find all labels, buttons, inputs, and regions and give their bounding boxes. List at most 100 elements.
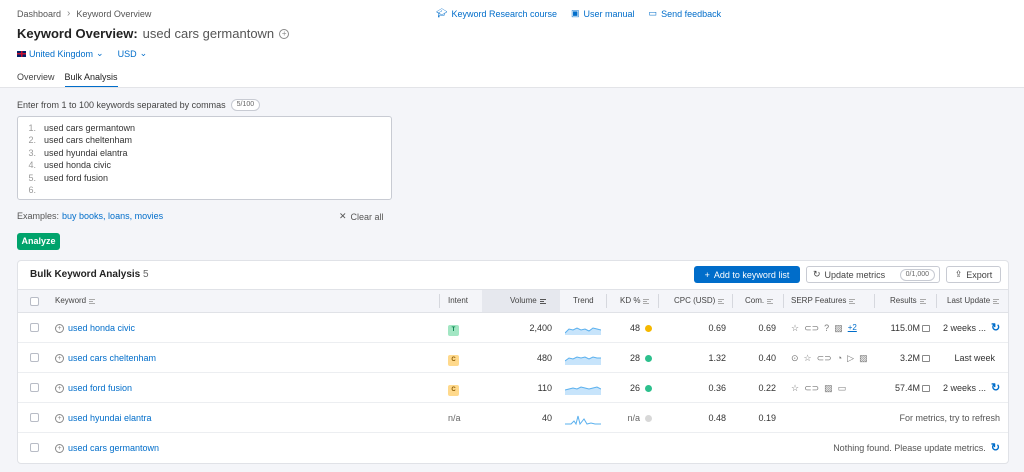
kd-dot [645, 325, 652, 333]
col-volume[interactable]: Volume [482, 290, 560, 312]
add-circle-icon[interactable]: + [279, 28, 290, 39]
trend-cell [564, 313, 602, 343]
kd-cell: n/a [620, 403, 652, 433]
kd-value: n/a [627, 413, 640, 423]
analyze-button[interactable]: Analyze [17, 233, 60, 250]
update-metrics-button[interactable]: ↻ Update metrics 0/1,000 [806, 266, 940, 283]
last-update-cell: Last week [943, 343, 995, 373]
col-intent[interactable]: Intent [448, 290, 468, 312]
keyword-link[interactable]: + used cars cheltenham [55, 343, 156, 373]
cpc-cell: 1.32 [708, 353, 726, 363]
trend-sparkline [564, 356, 601, 365]
examples-link[interactable]: buy books, loans, movies [62, 211, 163, 221]
last-update-value: 2 weeks ... [943, 323, 987, 333]
col-intent-label: Intent [448, 296, 469, 305]
close-icon: ✕ [339, 211, 347, 221]
trend-cell [564, 373, 602, 403]
keyword-text: used honda civic [68, 323, 136, 333]
keyword-count-badge: 5/100 [230, 99, 261, 111]
course-link[interactable]: 🎓︎ Keyword Research course [436, 8, 557, 19]
add-button-label: Add to keyword list [713, 269, 790, 280]
sort-icon [539, 298, 546, 304]
add-circle-icon[interactable]: + [55, 323, 64, 333]
breadcrumb-current: Keyword Overview [76, 8, 152, 19]
trend-sparkline [564, 386, 602, 395]
results-value: 115.0M [890, 323, 920, 333]
add-to-keyword-list-button[interactable]: + Add to keyword list [694, 266, 800, 283]
input-prompt-label: Enter from 1 to 100 keywords separated b… [17, 100, 226, 110]
add-circle-icon[interactable]: + [55, 353, 64, 363]
question-icon: ? [824, 323, 830, 333]
star-icon: ☆ [803, 353, 812, 363]
column-divider [936, 294, 937, 308]
row-checkbox[interactable] [30, 443, 39, 452]
serp-snapshot-icon[interactable] [922, 355, 930, 363]
keyword-link[interactable]: + used ford fusion [55, 373, 132, 403]
refresh-hint: For metrics, try to refresh [899, 413, 1000, 423]
col-results[interactable]: Results [890, 290, 926, 312]
tab-bulk-analysis[interactable]: Bulk Analysis [64, 72, 118, 88]
keyword-link[interactable]: + used hyundai elantra [55, 403, 152, 433]
col-kd[interactable]: KD % [620, 290, 650, 312]
com-cell: 0.19 [758, 413, 776, 423]
refresh-icon[interactable]: ↻ [991, 433, 1000, 463]
serp-more-link[interactable]: +2 [848, 313, 857, 343]
keyword-line: 1. used cars germantown [26, 122, 383, 134]
intent-cell: C [448, 343, 459, 373]
export-button[interactable]: ⇪ Export [946, 266, 1001, 283]
refresh-icon[interactable]: ↻ [991, 382, 1000, 394]
kd-dot [645, 415, 652, 423]
sort-icon [767, 298, 774, 304]
clear-all-button[interactable]: ✕ Clear all [339, 211, 384, 222]
serp-snapshot-icon[interactable] [922, 385, 930, 393]
select-all-checkbox[interactable] [30, 297, 39, 306]
no-data-message: Nothing found. Please update metrics. ↻ [833, 433, 1000, 463]
col-cpc[interactable]: CPC (USD) [674, 290, 725, 312]
breadcrumb: Dashboard › Keyword Overview [17, 8, 151, 19]
sort-icon [89, 298, 96, 304]
volume-cell: 40 [541, 413, 552, 423]
row-checkbox[interactable] [30, 413, 39, 422]
col-keyword[interactable]: Keyword [55, 290, 96, 312]
country-select[interactable]: United Kingdom ⌄ [17, 48, 104, 59]
add-circle-icon[interactable]: + [55, 443, 64, 453]
keyword-link[interactable]: + used cars germantown [55, 433, 159, 463]
col-com[interactable]: Com. [745, 290, 774, 312]
col-trend[interactable]: Trend [573, 290, 594, 312]
col-trend-label: Trend [573, 296, 594, 305]
serp-snapshot-icon[interactable] [922, 325, 930, 333]
column-divider [732, 294, 733, 308]
col-serp-features[interactable]: SERP Features [791, 290, 856, 312]
page-title: Keyword Overview: used cars germantown + [17, 26, 290, 41]
cpc-cell: 0.48 [708, 413, 726, 423]
tab-overview[interactable]: Overview [17, 72, 55, 88]
currency-select[interactable]: USD ⌄ [118, 48, 148, 59]
manual-link[interactable]: ▣ User manual [571, 8, 635, 19]
link-icon: ⊂⊃ [804, 383, 820, 393]
uk-flag-icon [17, 50, 26, 57]
star-icon: ☆ [791, 323, 800, 333]
row-checkbox[interactable] [30, 323, 39, 332]
table-row: + used cars germantown Nothing found. Ple… [18, 433, 1008, 463]
keyword-link[interactable]: + used honda civic [55, 313, 135, 343]
line-text: used hyundai elantra [44, 147, 128, 158]
row-checkbox[interactable] [30, 353, 39, 362]
kd-cell: 26 [620, 373, 652, 403]
refresh-icon[interactable]: ↻ [991, 322, 1000, 334]
add-circle-icon[interactable]: + [55, 413, 64, 423]
feedback-link[interactable]: ▭ Send feedback [649, 8, 722, 19]
add-circle-icon[interactable]: + [55, 383, 64, 393]
image-icon: ▨ [859, 353, 868, 363]
row-checkbox[interactable] [30, 383, 39, 392]
course-link-label: Keyword Research course [451, 8, 557, 19]
page-title-label: Keyword Overview: [17, 26, 138, 41]
chevron-down-icon: ⌄ [139, 48, 148, 58]
sort-icon [643, 298, 650, 304]
clear-all-label: Clear all [350, 211, 384, 222]
page-title-keyword: used cars germantown [142, 26, 275, 41]
col-last-update[interactable]: Last Update [947, 290, 1000, 312]
col-cpc-label: CPC (USD) [674, 296, 716, 305]
feedback-link-label: Send feedback [661, 8, 722, 19]
breadcrumb-dashboard[interactable]: Dashboard [17, 9, 61, 19]
keywords-textarea[interactable]: 1. used cars germantown 2. used cars chelt… [17, 116, 392, 200]
